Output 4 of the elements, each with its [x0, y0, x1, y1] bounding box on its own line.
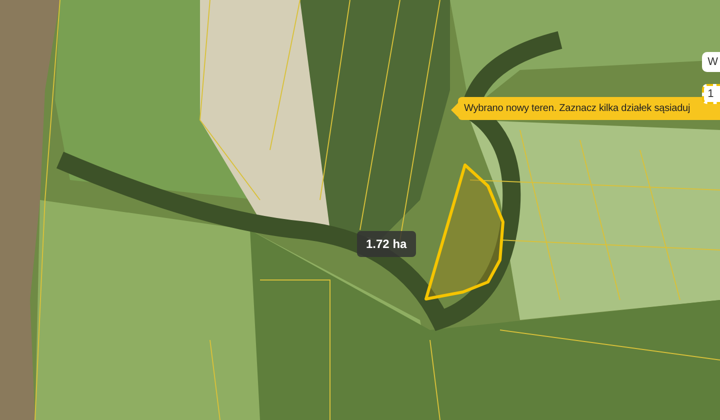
map-control-button[interactable]: 1 [702, 84, 720, 104]
map-control-button[interactable]: W [702, 52, 720, 72]
hint-tooltip: Wybrano nowy teren. Zaznacz kilka działek sąsiaduj [458, 97, 720, 120]
area-label: 1.72 ha [357, 231, 416, 257]
